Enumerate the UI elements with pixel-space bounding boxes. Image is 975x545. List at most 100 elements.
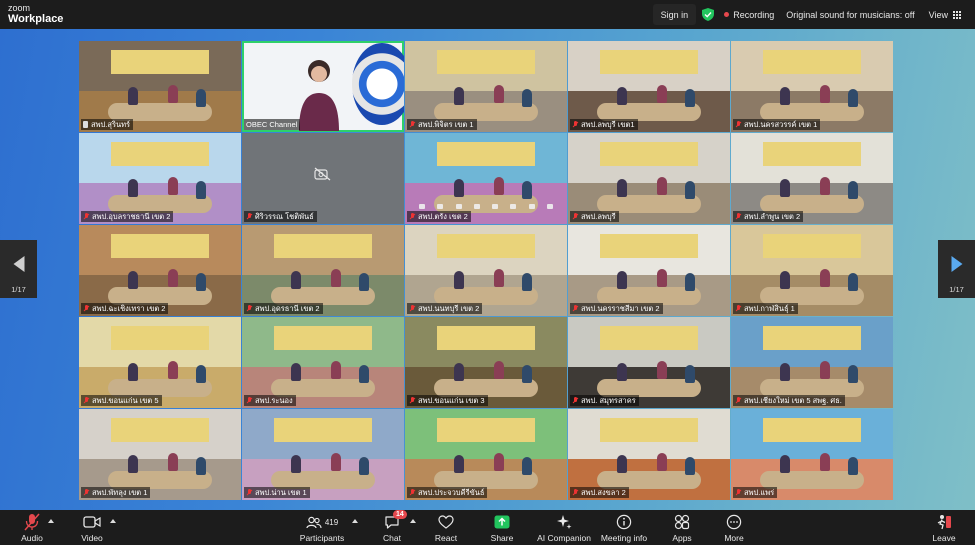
attendee [127,86,138,105]
participants-button[interactable]: 419 Participants [298,513,346,545]
participant-tile[interactable]: สพป.สงขลา 2 [568,409,730,500]
participants-options-caret-icon[interactable] [352,519,358,523]
attendee [779,178,790,197]
attendee [290,270,301,289]
attendee [657,84,668,103]
participant-tile[interactable]: สพป.ลพบุรี [568,133,730,224]
next-page-button[interactable]: 1/17 [938,240,975,298]
attendee [195,180,206,199]
attendee [290,362,301,381]
participant-tile[interactable]: สพป.ตรัง เขต 2 [405,133,567,224]
speaker-video [299,60,339,131]
participant-name-label: สพป.สงขลา 2 [570,487,629,498]
pin-icon [83,121,88,128]
participant-tile[interactable]: สพป.ลำพูน เขต 2 [731,133,893,224]
attendee [290,454,301,473]
chat-options-caret-icon[interactable] [410,519,416,523]
previous-page-button[interactable]: 1/17 [0,240,37,298]
meeting-info-button[interactable]: Meeting info [600,513,648,545]
participant-tile[interactable]: สพป.นนทบุรี เขต 2 [405,225,567,316]
participant-tile[interactable]: สพป.ฉะเชิงเทรา เขต 2 [79,225,241,316]
video-stage: สพป.สุรินทร์ OBEC Channel สพป.พิจิตร เขต 1… [0,29,975,510]
participant-tile[interactable]: สพป.กาฬสินธุ์ 1 [731,225,893,316]
attendee [657,360,668,379]
attendee [127,178,138,197]
attendee [168,84,179,103]
leave-icon [937,515,951,530]
encryption-shield-icon[interactable] [702,8,715,21]
participant-tile[interactable]: สพป.ขอนแก่น เขต 3 [405,317,567,408]
participant-name-label: สพป.ขอนแก่น เขต 5 [81,395,162,406]
attendee [820,452,831,471]
participant-name: สพป.ลำพูน เขต 2 [744,211,801,221]
participant-tile[interactable]: สพป.อุดรธานี เขต 2 [242,225,404,316]
gallery-grid: สพป.สุรินทร์ OBEC Channel สพป.พิจิตร เขต 1… [79,41,894,500]
audio-button[interactable]: Audio [18,513,46,545]
participant-tile[interactable]: สพป.สุรินทร์ [79,41,241,132]
apps-button[interactable]: Apps [668,513,696,545]
attendee [168,360,179,379]
participant-tile[interactable]: สพป.ลพบุรี เขต1 [568,41,730,132]
attendee [195,456,206,475]
attendee [684,456,695,475]
room-banner [111,234,209,258]
attendee [616,362,627,381]
participant-tile[interactable]: สพป.ประจวบคีรีขันธ์ [405,409,567,500]
recording-indicator[interactable]: Recording [724,10,774,20]
attendee [494,84,505,103]
audio-options-caret-icon[interactable] [48,519,54,523]
participant-tile[interactable]: ศิริวรรณ โชติพันธ์ [242,133,404,224]
video-button[interactable]: Video [78,513,106,545]
participant-name-label: สพป.ระนอง [244,395,296,406]
participant-tile[interactable]: สพป.เชียงใหม่ เขต 5 สพฐ. ศธ. [731,317,893,408]
attendee [820,84,831,103]
attendee [684,180,695,199]
attendee [847,180,858,199]
original-sound-status[interactable]: Original sound for musicians: off [786,10,914,20]
participants-count: 419 [324,517,339,527]
video-options-caret-icon[interactable] [110,519,116,523]
room-banner [274,418,372,442]
recording-label: Recording [733,9,775,20]
attendee [453,362,464,381]
participant-tile[interactable]: สพป.ระนอง [242,317,404,408]
participant-name-label: สพป.ฉะเชิงเทรา เขต 2 [81,303,169,314]
meeting-toolbar: Audio Video 419 Participants 14 Chat Rea… [0,510,975,545]
participant-name: สพป.อุดรธานี เขต 2 [255,303,320,313]
participant-name: สพป.เชียงใหม่ เขต 5 สพฐ. ศธ. [744,395,842,405]
apps-label: Apps [672,533,692,543]
participant-tile[interactable]: สพป.น่าน เขต 1 [242,409,404,500]
participants-label: Participants [299,533,345,543]
participant-tile[interactable]: สพป. สมุทรสาคร [568,317,730,408]
participant-name-label: สพป.กาฬสินธุ์ 1 [733,303,798,314]
participant-tile[interactable]: OBEC Channel [242,41,404,132]
attendee [820,176,831,195]
apps-icon [674,514,690,530]
participant-name: สพป.สุรินทร์ [91,119,131,129]
participant-tile[interactable]: สพป.พัทลุง เขต 1 [79,409,241,500]
participant-tile[interactable]: สพป.นครราชสีมา เขต 2 [568,225,730,316]
participant-name-label: สพป.นครสวรรค์ เขต 1 [733,119,821,130]
chat-button[interactable]: 14 Chat [378,510,407,545]
view-label: View [928,9,948,20]
attendee [847,364,858,383]
participant-name: สพป.น่าน เขต 1 [255,487,307,497]
participant-name: สพป.ฉะเชิงเทรา เขต 2 [92,303,166,313]
participant-name-label: สพป.ลพบุรี [570,211,619,222]
participant-tile[interactable]: สพป.พิจิตร เขต 1 [405,41,567,132]
participant-tile[interactable]: สพป.แพร่ [731,409,893,500]
leave-button[interactable]: Leave [928,513,960,545]
participant-tile[interactable]: สพป.อุบลราชธานี เขต 2 [79,133,241,224]
attendee [127,454,138,473]
view-button[interactable]: View [929,10,961,20]
react-button[interactable]: React [432,513,460,545]
participant-tile[interactable]: สพป.นครสวรรค์ เขต 1 [731,41,893,132]
participant-tile[interactable]: สพป.ขอนแก่น เขต 5 [79,317,241,408]
ai-companion-button[interactable]: AI Companion [537,513,591,545]
share-button[interactable]: Share [488,513,516,545]
more-button[interactable]: More [720,513,748,545]
camera-icon [83,516,101,528]
attendee [195,272,206,291]
chat-label: Chat [383,533,401,543]
sign-in-button[interactable]: Sign in [652,4,697,25]
